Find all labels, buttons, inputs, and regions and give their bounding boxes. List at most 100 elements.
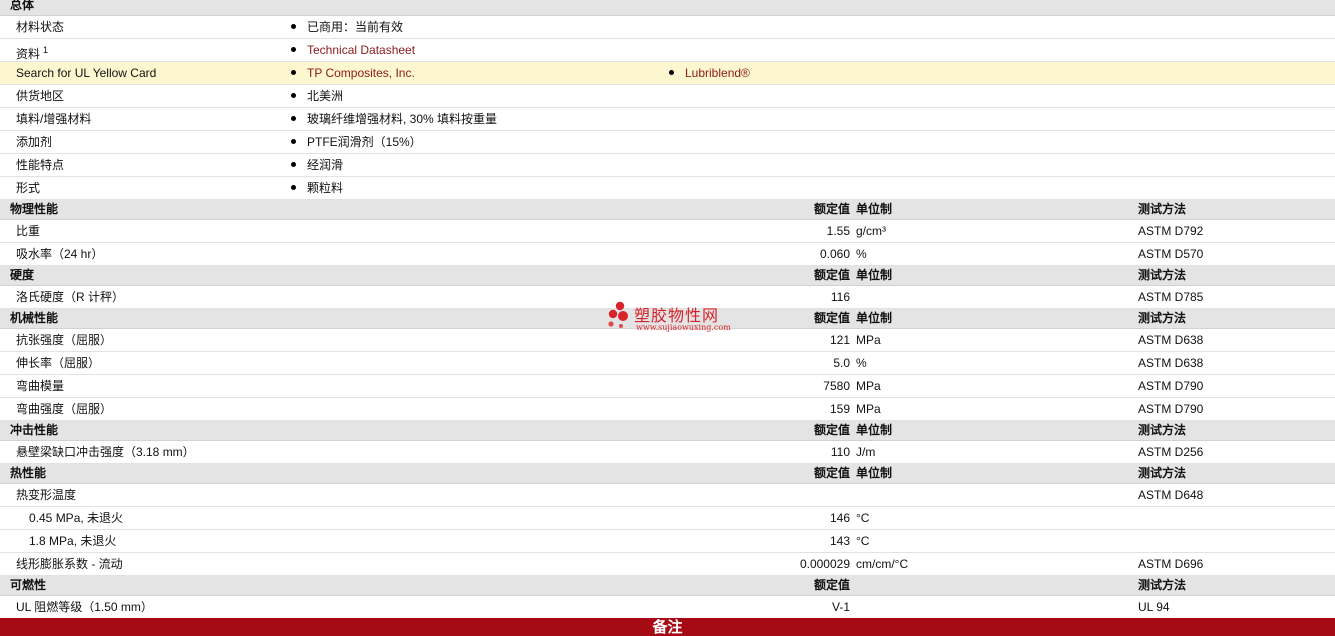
section-title: 物理性能 — [10, 202, 59, 216]
table-row: 热变形温度 ASTM D648 — [0, 484, 1335, 507]
column-header-test: 测试方法 — [1138, 466, 1187, 480]
section-header-impact: 冲击性能 额定值 单位制 测试方法 — [0, 421, 1335, 441]
table-row: 资料 1 Technical Datasheet — [0, 39, 1335, 62]
section-header-general: 总体 — [0, 0, 1335, 16]
row-value: 0.000029 — [799, 557, 850, 571]
row-label: 洛氏硬度（R 计秤） — [16, 290, 125, 304]
row-value: 146 — [829, 511, 850, 525]
column-header-value: 额定值 — [813, 423, 850, 437]
row-value: 玻璃纤维增强材料, 30% 填料按重量 — [291, 108, 497, 130]
row-unit: MPa — [856, 402, 881, 416]
column-header-value: 额定值 — [813, 466, 850, 480]
row-label: 线形膨胀系数 - 流动 — [16, 557, 123, 571]
section-title: 冲击性能 — [10, 423, 59, 437]
bullet-icon — [291, 185, 296, 191]
column-header-test: 测试方法 — [1138, 202, 1187, 216]
row-test-method: ASTM D790 — [1138, 379, 1204, 393]
table-row: 添加剂 PTFE润滑剂（15%） — [0, 131, 1335, 154]
column-header-test: 测试方法 — [1138, 268, 1187, 282]
column-header-unit: 单位制 — [856, 202, 893, 216]
section-title: 机械性能 — [10, 311, 59, 325]
supplier-link[interactable]: TP Composites, Inc. — [307, 66, 415, 80]
section-header-thermal: 热性能 额定值 单位制 测试方法 — [0, 464, 1335, 484]
row-value: 0.060 — [819, 247, 850, 261]
technical-datasheet-link[interactable]: Technical Datasheet — [307, 43, 415, 57]
row-value: Technical Datasheet — [291, 39, 415, 61]
row-label: Search for UL Yellow Card — [16, 66, 157, 80]
row-value: 121 — [829, 333, 850, 347]
row-unit: MPa — [856, 333, 881, 347]
section-header-physical: 物理性能 额定值 单位制 测试方法 — [0, 200, 1335, 220]
bullet-icon — [291, 93, 296, 99]
row-value: 159 — [829, 402, 850, 416]
bullet-icon — [291, 70, 296, 76]
row-test-method: ASTM D785 — [1138, 290, 1204, 304]
column-header-test: 测试方法 — [1138, 311, 1187, 325]
watermark-logo-icon — [608, 301, 628, 328]
row-label: 热变形温度 — [16, 488, 77, 502]
row-label: 弯曲强度（屈服） — [16, 402, 113, 416]
table-row: 悬壁梁缺口冲击强度（3.18 mm） 110 J/m ASTM D256 — [0, 441, 1335, 464]
row-value: 5.0 — [833, 356, 850, 370]
column-header-unit: 单位制 — [856, 268, 893, 282]
row-label: 性能特点 — [16, 158, 65, 172]
row-value: 116 — [830, 290, 850, 304]
row-value: 经润滑 — [291, 154, 343, 176]
row-label: 吸水率（24 hr） — [16, 247, 104, 261]
table-row: 1.8 MPa, 未退火 143 °C — [0, 530, 1335, 553]
row-unit: % — [856, 247, 867, 261]
column-header-value: 额定值 — [813, 578, 850, 592]
column-header-unit: 单位制 — [856, 466, 893, 480]
row-label: 供货地区 — [16, 89, 65, 103]
row-value: 已商用：当前有效 — [291, 16, 403, 38]
row-test-method: ASTM D638 — [1138, 333, 1204, 347]
row-label: 填料/增强材料 — [16, 112, 92, 126]
row-value: V-1 — [831, 600, 850, 614]
row-unit: % — [856, 356, 867, 370]
bullet-icon — [291, 139, 296, 145]
bullet-icon — [291, 47, 296, 53]
column-header-unit: 单位制 — [856, 423, 893, 437]
section-title: 热性能 — [10, 466, 47, 480]
row-label: 1.8 MPa, 未退火 — [29, 534, 117, 548]
table-row: 性能特点 经润滑 — [0, 154, 1335, 177]
row-value: 颗粒料 — [291, 177, 343, 199]
table-row: 比重 1.55 g/cm³ ASTM D792 — [0, 220, 1335, 243]
row-label: 弯曲模量 — [16, 379, 65, 393]
section-title: 总体 — [10, 0, 35, 12]
table-row: 填料/增强材料 玻璃纤维增强材料, 30% 填料按重量 — [0, 108, 1335, 131]
column-header-value: 额定值 — [813, 311, 850, 325]
row-unit: °C — [856, 511, 870, 525]
row-test-method: ASTM D256 — [1138, 445, 1204, 459]
row-test-method: ASTM D790 — [1138, 402, 1204, 416]
row-test-method: ASTM D792 — [1138, 224, 1204, 238]
row-unit: MPa — [856, 379, 881, 393]
row-label: 0.45 MPa, 未退火 — [29, 511, 124, 525]
row-test-method: UL 94 — [1138, 600, 1170, 614]
notes-header-bar: 备注 — [0, 618, 1335, 636]
column-header-unit: 单位制 — [856, 311, 893, 325]
section-title: 可燃性 — [10, 578, 47, 592]
bullet-icon — [291, 116, 296, 122]
table-row: 吸水率（24 hr） 0.060 % ASTM D570 — [0, 243, 1335, 266]
column-header-value: 额定值 — [813, 268, 850, 282]
watermark: 塑胶物性网 www.sujiaowuxing.com — [605, 300, 740, 336]
row-test-method: ASTM D648 — [1138, 488, 1204, 502]
section-header-flammability: 可燃性 额定值 测试方法 — [0, 576, 1335, 596]
row-value: 1.55 — [826, 224, 850, 238]
table-row: 线形膨胀系数 - 流动 0.000029 cm/cm/°C ASTM D696 — [0, 553, 1335, 576]
column-header-value: 额定值 — [813, 202, 850, 216]
column-header-test: 测试方法 — [1138, 423, 1187, 437]
table-row: 弯曲模量 7580 MPa ASTM D790 — [0, 375, 1335, 398]
row-value: 110 — [830, 445, 850, 459]
section-header-hardness: 硬度 额定值 单位制 测试方法 — [0, 266, 1335, 286]
row-value: Lubriblend® — [669, 62, 750, 84]
row-value: TP Composites, Inc. — [291, 62, 415, 84]
table-row: 供货地区 北美洲 — [0, 85, 1335, 108]
row-test-method: ASTM D570 — [1138, 247, 1204, 261]
row-label: 材料状态 — [16, 20, 65, 34]
trade-name-link[interactable]: Lubriblend® — [685, 66, 750, 80]
bullet-icon — [291, 24, 296, 30]
row-label: 悬壁梁缺口冲击强度（3.18 mm） — [16, 445, 195, 459]
row-label: 比重 — [16, 224, 41, 238]
